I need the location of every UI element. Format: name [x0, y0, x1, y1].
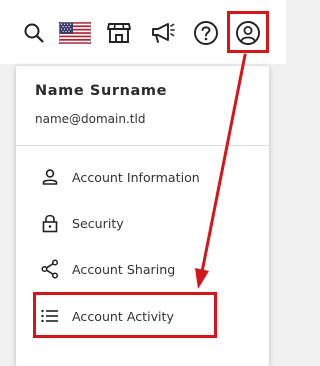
menu-item-account-information[interactable]: Account Information	[38, 162, 248, 192]
share-icon	[38, 257, 62, 281]
menu-item-label: Account Sharing	[72, 261, 176, 277]
search-icon[interactable]	[18, 17, 50, 49]
megaphone-icon[interactable]	[147, 17, 179, 49]
divider	[16, 145, 269, 146]
us-flag-icon[interactable]	[58, 17, 92, 49]
menu-item-label: Security	[72, 215, 124, 231]
user-email: name@domain.tld	[35, 112, 146, 126]
menu-item-label: Account Information	[72, 169, 200, 185]
user-name: Name Surname	[35, 83, 168, 99]
account-icon-highlight	[227, 11, 269, 53]
store-icon[interactable]	[103, 17, 135, 49]
person-icon	[38, 165, 62, 189]
account-activity-highlight	[33, 292, 217, 338]
lock-icon	[38, 211, 62, 235]
menu-item-account-sharing[interactable]: Account Sharing	[38, 254, 248, 284]
menu-item-security[interactable]: Security	[38, 208, 248, 238]
top-toolbar	[0, 0, 286, 64]
help-icon[interactable]	[190, 17, 222, 49]
